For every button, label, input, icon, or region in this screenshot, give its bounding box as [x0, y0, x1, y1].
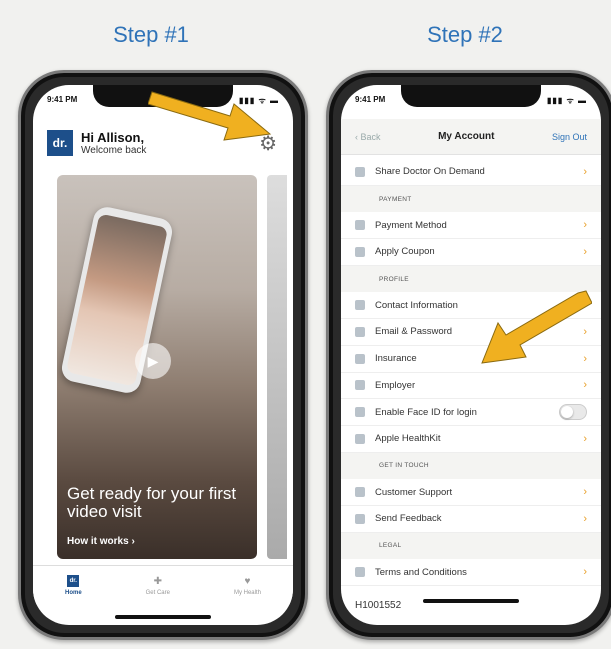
tag-icon: [355, 246, 365, 257]
row-label: Customer Support: [375, 486, 453, 498]
account-list: Share Doctor On Demand › PAYMENT Payment Me…: [341, 159, 601, 586]
phone-notch: [401, 85, 541, 107]
insurance-icon: [355, 353, 365, 364]
face-id-toggle[interactable]: [559, 404, 587, 421]
tab-get-care-label: Get Care: [145, 590, 170, 596]
chat-icon: [355, 513, 365, 524]
home-indicator: [423, 599, 519, 603]
chevron-right-icon: ›: [583, 432, 587, 445]
row-share-doctor-on-demand[interactable]: Share Doctor On Demand ›: [341, 159, 601, 186]
tab-my-health-label: My Health: [233, 590, 261, 596]
play-icon[interactable]: ▶: [135, 343, 171, 379]
medkit-icon: ✚: [153, 575, 162, 587]
row-apply-coupon[interactable]: Apply Coupon ›: [341, 239, 601, 266]
row-customer-support[interactable]: Customer Support ›: [341, 479, 601, 506]
phone-home-screen: 9:41 PM ▮▮▮ ᯤ ▬ dr. Hi Allison, Welcome …: [18, 70, 308, 640]
row-label: Enable Face ID for login: [375, 406, 477, 418]
signal-icon: ▮▮▮ ᯤ ▬: [547, 96, 587, 105]
chevron-right-icon: ›: [583, 219, 587, 232]
step-1-title: Step #1: [113, 22, 189, 47]
back-label: Back: [360, 131, 381, 142]
back-button[interactable]: ‹ Back: [355, 132, 381, 142]
greeting-subtitle: Welcome back: [81, 145, 147, 156]
chevron-right-icon: ›: [583, 245, 587, 258]
home-icon: dr.: [67, 575, 80, 587]
card-icon: [355, 220, 365, 231]
chevron-right-icon: ›: [583, 165, 587, 178]
chevron-right-icon: ›: [131, 536, 135, 547]
nav-bar: ‹ Back My Account Sign Out: [341, 119, 601, 155]
row-label: Employer: [375, 379, 416, 391]
card-headline: Get ready for your first video visit: [67, 484, 237, 521]
tab-get-care[interactable]: ✚ Get Care: [145, 575, 170, 597]
chevron-left-icon: ‹: [355, 131, 358, 142]
row-apple-healthkit[interactable]: Apple HealthKit ›: [341, 425, 601, 453]
row-enable-face-id-for-login[interactable]: Enable Face ID for login: [341, 399, 601, 426]
section-header: GET IN TOUCH: [341, 452, 601, 480]
heart-icon: [355, 433, 365, 444]
faceid-icon: [355, 407, 365, 418]
mail-icon: [355, 326, 365, 337]
section-header: PAYMENT: [341, 185, 601, 213]
step-2-title: Step #2: [427, 22, 503, 47]
video-visit-card[interactable]: ▶ Get ready for your first video visit H…: [57, 175, 257, 559]
arrow-to-insurance-icon: [481, 290, 592, 364]
tab-my-health[interactable]: ♥ My Health: [233, 575, 261, 597]
briefcase-icon: [355, 380, 365, 391]
chevron-right-icon: ›: [583, 486, 587, 499]
tab-home-label: Home: [64, 590, 82, 596]
tab-home[interactable]: dr. Home: [65, 575, 82, 596]
how-it-works-link[interactable]: How it works ›: [67, 536, 135, 547]
status-time: 9:41 PM: [47, 95, 78, 104]
row-terms-and-conditions[interactable]: Terms and Conditions ›: [341, 559, 601, 586]
row-label: Apply Coupon: [375, 246, 435, 258]
home-screen: 9:41 PM ▮▮▮ ᯤ ▬ dr. Hi Allison, Welcome …: [33, 85, 293, 625]
row-label: Share Doctor On Demand: [375, 166, 485, 178]
tab-bar: dr. Home ✚ Get Care ♥ My Health: [33, 565, 293, 605]
gift-icon: [355, 166, 365, 177]
chevron-right-icon: ›: [583, 512, 587, 525]
row-employer[interactable]: Employer ›: [341, 372, 601, 400]
home-indicator: [115, 615, 211, 619]
next-card-peek[interactable]: [267, 175, 287, 559]
how-it-works-label: How it works: [67, 536, 129, 547]
section-header: LEGAL: [341, 532, 601, 560]
heart-icon: ♥: [244, 575, 251, 587]
row-label: Payment Method: [375, 219, 447, 231]
row-label: Send Feedback: [375, 513, 442, 525]
greeting-name: Hi Allison,: [81, 130, 145, 145]
support-icon: [355, 487, 365, 498]
status-time: 9:41 PM: [355, 95, 386, 104]
contact-icon: [355, 300, 365, 311]
row-label: Apple HealthKit: [375, 433, 441, 445]
page-title: My Account: [438, 131, 495, 142]
document-icon: [355, 567, 365, 578]
row-send-feedback[interactable]: Send Feedback ›: [341, 505, 601, 533]
app-logo: dr.: [47, 130, 73, 156]
row-payment-method[interactable]: Payment Method ›: [341, 212, 601, 240]
chevron-right-icon: ›: [583, 379, 587, 392]
row-label: Terms and Conditions: [375, 566, 467, 578]
sign-out-button[interactable]: Sign Out: [552, 132, 587, 142]
arrow-to-gear-icon: [148, 91, 272, 141]
chevron-right-icon: ›: [583, 566, 587, 579]
greeting: Hi Allison, Welcome back: [81, 130, 146, 156]
footer-code: H1001552: [355, 600, 402, 611]
